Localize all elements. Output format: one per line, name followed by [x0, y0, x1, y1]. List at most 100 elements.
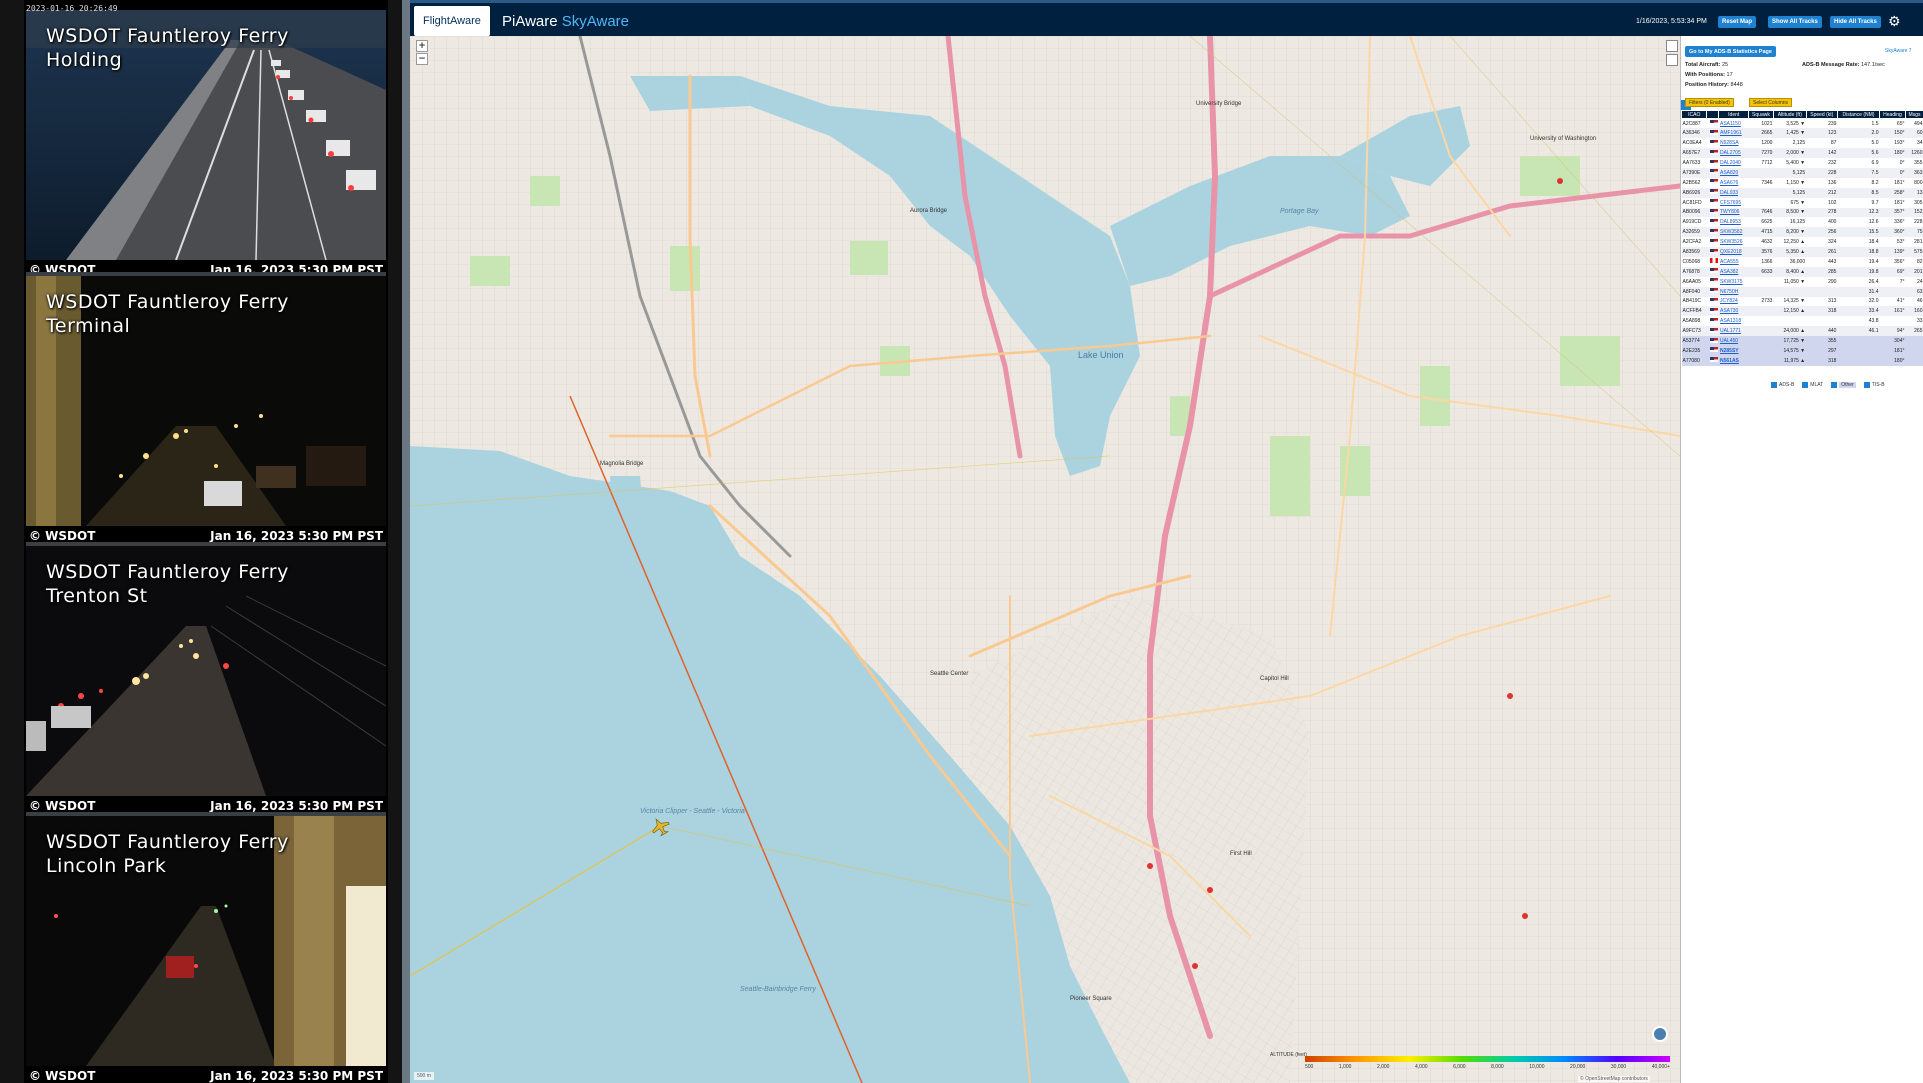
aircraft-row[interactable]: A2E235 N285SY 14,575 ▼ 297 181° — [1681, 345, 1923, 356]
legend-checkbox-icon[interactable] — [1831, 382, 1838, 388]
aircraft-row[interactable]: A83569 QXE2018 3576 5,350 ▲ 261 18.8 139° 575 — [1681, 247, 1923, 257]
ident-link[interactable]: N928SA — [1720, 140, 1739, 146]
aircraft-row[interactable]: AB419C JCY824 2733 14,325 ▼ 313 32.0 41° 46 — [1682, 297, 1923, 307]
flightaware-logo[interactable]: FlightAware — [414, 6, 490, 36]
show-all-tracks-button[interactable]: Show All Tracks — [1768, 16, 1822, 28]
column-header[interactable]: Ident — [1718, 110, 1749, 119]
ident-link[interactable]: DAL933 — [1720, 190, 1738, 196]
us-flag-icon — [1709, 139, 1718, 145]
aircraft-row[interactable]: AC81FD CFS7695 675 ▼ 102 9.7 181° 305 — [1682, 198, 1923, 208]
ident-link[interactable]: N561AS — [1720, 358, 1739, 364]
aircraft-row[interactable]: A2B562 ASA676 7346 1,150 ▼ 136 8.2 181° 800 — [1682, 178, 1923, 188]
aircraft-row[interactable]: A2C887 ASA1150 1021 3,525 ▼ 239 1.5 65° 494 — [1682, 119, 1923, 129]
column-header[interactable]: ICAO — [1680, 110, 1708, 119]
ident-link[interactable]: UAL1771 — [1720, 328, 1741, 334]
camera-feed-trenton[interactable]: WSDOT Fauntleroy Ferry Trenton St © WSDO… — [26, 546, 386, 816]
aircraft-row[interactable]: C05068 ACA555 1366 36,000 443 19.4 356° 82 — [1682, 257, 1923, 267]
skyaware-version-link[interactable]: SkyAware 7 — [1885, 48, 1912, 54]
legend-checkbox-icon[interactable] — [1771, 382, 1777, 388]
hide-all-tracks-button[interactable]: Hide All Tracks — [1830, 16, 1881, 28]
icao-cell: AC0EA4 — [1682, 140, 1702, 147]
zoom-out-button[interactable]: − — [416, 53, 428, 65]
aircraft-row[interactable]: A2CFA2 SKW3526 4632 12,250 ▲ 324 18.4 53° 281 — [1682, 237, 1923, 247]
ident-link[interactable]: SKW3526 — [1720, 239, 1743, 245]
aircraft-row[interactable]: A36346 AMF1961 2665 1,425 ▼ 123 2.0 150° 60 — [1681, 128, 1923, 139]
ident-link[interactable]: ASA382 — [1720, 269, 1738, 275]
ident-link[interactable]: DAL8953 — [1720, 219, 1741, 225]
map-fullscreen-control[interactable] — [1666, 54, 1678, 66]
map-label: Aurora Bridge — [910, 208, 948, 214]
ident-link[interactable]: ASA730 — [1720, 308, 1738, 314]
column-header[interactable]: Speed (kt) — [1805, 110, 1838, 119]
zoom-in-button[interactable]: + — [416, 40, 428, 52]
aircraft-row[interactable]: A8F040 N6750H 31.4 63 — [1681, 286, 1923, 297]
aircraft-row[interactable]: A7390E ASA820 5,125 228 7.5 0° 363 — [1681, 167, 1923, 178]
ident-link[interactable]: CFS7695 — [1720, 200, 1741, 206]
ident-link[interactable]: ASA820 — [1720, 170, 1738, 176]
aircraft-row[interactable]: A32659 SKW3582 4715 8,200 ▼ 256 15.5 360° 75 — [1681, 227, 1923, 238]
aircraft-row[interactable]: AB0096 TWY806 7646 8,500 ▼ 278 12.3 357° 152 — [1681, 207, 1923, 218]
gear-icon[interactable]: ⚙ — [1888, 14, 1901, 30]
ident-link[interactable]: N6750H — [1720, 289, 1738, 295]
aircraft-row[interactable]: A77080 N561AS 11,975 ▲ 318 180° — [1681, 355, 1923, 366]
legend-item[interactable]: Other — [1831, 382, 1856, 388]
column-header[interactable]: Msgs — [1904, 110, 1923, 119]
legend-item[interactable]: MLAT — [1802, 382, 1823, 388]
map-attribution[interactable]: © OpenStreetMap contributors — [1578, 1076, 1650, 1082]
ident-link[interactable]: QXE2018 — [1720, 249, 1742, 255]
camera-feed-lincoln-park[interactable]: WSDOT Fauntleroy Ferry Lincoln Park © WS… — [26, 816, 386, 1083]
us-flag-icon — [1709, 228, 1718, 234]
aircraft-row[interactable]: AA7633 DAL2040 7712 5,400 ▼ 232 6.9 0° 355 — [1682, 158, 1923, 168]
map-view[interactable]: Lake Union Portage Bay University of Was… — [410, 36, 1680, 1083]
aircraft-row[interactable]: A657E7 DAL2705 7270 2,000 ▼ 142 5.6 180° 1260 — [1681, 148, 1923, 159]
aircraft-row[interactable]: A53774 UAL450 17,725 ▼ 355 304° — [1681, 336, 1923, 346]
ident-link[interactable]: SKW3175 — [1720, 279, 1743, 285]
aircraft-row[interactable]: A6AA05 SKW3175 11,050 ▼ 290 26.4 7° 24 — [1682, 277, 1923, 287]
aircraft-row[interactable]: A76878 ASA382 6633 8,400 ▲ 285 19.8 69° 201 — [1681, 266, 1923, 277]
ident-cell: ACA555 — [1719, 257, 1748, 267]
ident-link[interactable]: N285SY — [1720, 348, 1739, 354]
squawk-cell — [1748, 316, 1773, 326]
legend-label: MLAT — [1810, 382, 1824, 388]
ident-link[interactable]: ASA676 — [1720, 180, 1738, 186]
speed-cell: 290 — [1828, 278, 1837, 285]
legend-item[interactable]: TIS-B — [1863, 382, 1885, 388]
stats-page-button[interactable]: Go to My ADS-B Statistics Page — [1685, 46, 1776, 57]
ident-link[interactable]: ACA555 — [1720, 259, 1739, 265]
reset-map-button[interactable]: Reset Map — [1718, 16, 1757, 28]
map-label: Portage Bay — [1280, 208, 1319, 215]
speed-cell: 123 — [1806, 128, 1838, 139]
aircraft-row[interactable]: ACFFB4 ASA730 12,150 ▲ 318 33.4 161° 160 — [1681, 306, 1923, 317]
ident-link[interactable]: ASA1318 — [1720, 318, 1741, 324]
column-header[interactable]: Distance (NM) — [1836, 110, 1880, 119]
select-columns-button[interactable]: Select Columns — [1749, 98, 1793, 107]
camera-feed-holding[interactable]: WSDOT Fauntleroy Ferry Holding © WSDOT J… — [26, 10, 386, 280]
map-layer-control[interactable] — [1666, 40, 1678, 52]
legend-item[interactable]: ADS-B — [1771, 382, 1794, 388]
column-header[interactable]: Heading — [1878, 110, 1906, 119]
aircraft-row[interactable]: A9FC73 UAL1771 24,000 ▲ 440 46.1 94° 265 — [1681, 326, 1923, 337]
legend-checkbox-icon[interactable] — [1863, 382, 1870, 388]
aircraft-row[interactable]: A919CD DAL8953 6625 16,125 400 12.6 336° 228 — [1682, 217, 1923, 227]
layers-icon[interactable] — [1652, 1026, 1668, 1042]
legend-checkbox-icon[interactable] — [1802, 382, 1809, 388]
ident-link[interactable]: ASA1150 — [1720, 121, 1741, 127]
ident-cell: N561AS — [1718, 355, 1749, 366]
filters-button[interactable]: Filters (0 Enabled) — [1685, 98, 1734, 107]
ident-link[interactable]: TWY806 — [1720, 209, 1739, 215]
ident-link[interactable]: SKW3582 — [1720, 229, 1743, 235]
ident-link[interactable]: AMF1961 — [1720, 130, 1742, 136]
column-divider-bar — [402, 0, 410, 1083]
ident-link[interactable]: DAL2040 — [1720, 160, 1741, 166]
ident-link[interactable]: JCY824 — [1720, 298, 1738, 304]
camera-feed-terminal[interactable]: WSDOT Fauntleroy Ferry Terminal © WSDOT … — [26, 276, 386, 546]
ident-link[interactable]: UAL450 — [1720, 338, 1738, 344]
column-header[interactable]: Squawk — [1747, 110, 1774, 119]
aircraft-row[interactable]: A5A898 ASA1318 43.8 33 — [1682, 316, 1923, 326]
altitude-cell: 12,150 ▲ — [1773, 306, 1807, 317]
ident-link[interactable]: DAL2705 — [1720, 150, 1741, 156]
column-header[interactable] — [1706, 110, 1720, 119]
column-header[interactable]: Altitude (ft) — [1772, 110, 1807, 119]
aircraft-row[interactable]: AB6926 DAL933 5,125 212 8.5 258° 13 — [1681, 187, 1923, 198]
aircraft-row[interactable]: AC0EA4 N928SA 1200 2,125 87 5.0 193° 34 — [1682, 138, 1923, 148]
